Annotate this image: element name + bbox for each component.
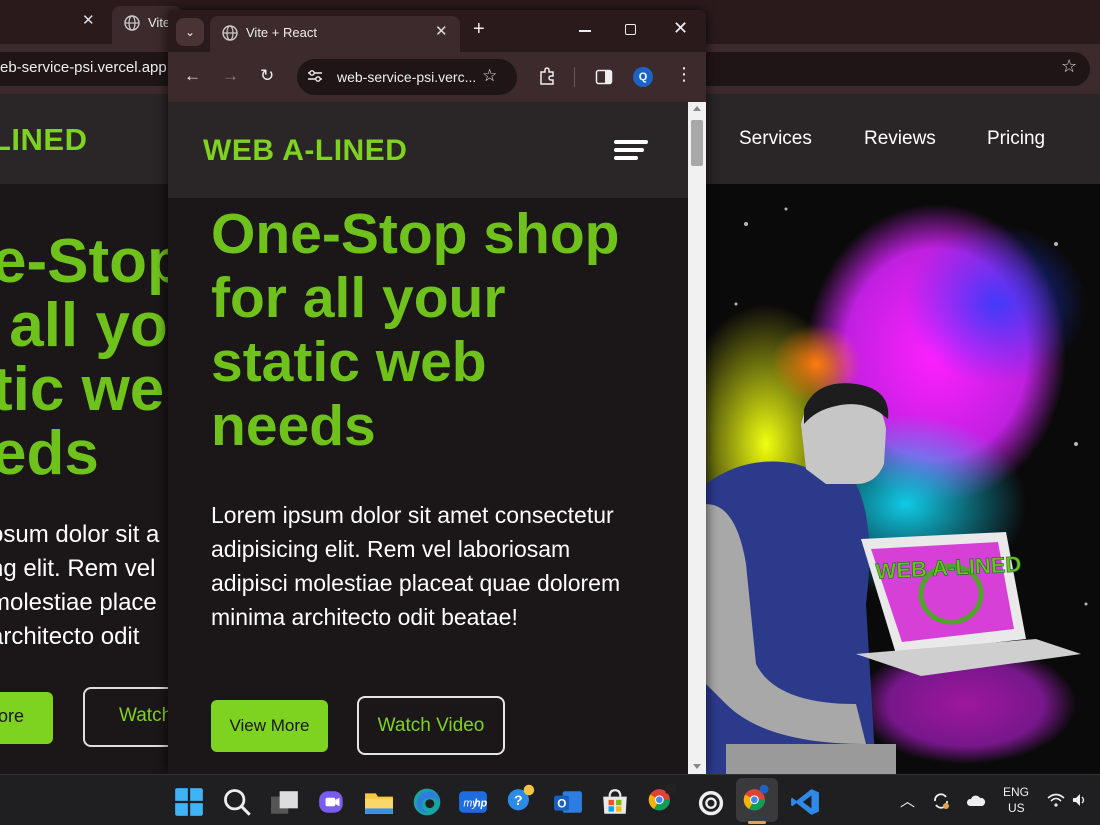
outlook-mail-icon[interactable]: O	[553, 787, 583, 817]
back-arrow-icon[interactable]: ←	[184, 66, 201, 86]
hero-heading: One-Stop shop for all your static web ne…	[211, 202, 620, 458]
hero-line: all yo	[0, 291, 168, 360]
site-navbar: WEB A-LINED	[168, 102, 688, 198]
minimize-icon[interactable]	[579, 30, 591, 32]
chrome-profile-icon[interactable]	[742, 783, 772, 813]
close-tab-icon[interactable]: ✕	[82, 11, 95, 29]
language-indicator[interactable]: ENG	[1003, 785, 1029, 799]
search-icon[interactable]	[222, 787, 252, 817]
foreground-browser-window: ⌄ Vite + React ✕ + ✕ ← → ↻ web-service-p…	[168, 10, 706, 774]
microsoft-store-icon[interactable]	[600, 787, 630, 817]
app-ring-icon[interactable]	[696, 787, 726, 817]
bg-url-text: eb-service-psi.vercel.app	[0, 59, 167, 76]
paragraph-line: molestiae place	[0, 589, 157, 616]
paragraph-line: osum dolor sit a	[0, 521, 160, 548]
myhp-app-icon[interactable]: myhp	[458, 787, 488, 817]
more-menu-icon[interactable]: ⋮	[675, 64, 693, 85]
chrome-browser-icon[interactable]	[647, 783, 677, 813]
bg-site-logo[interactable]: LINED	[0, 122, 88, 158]
bookmark-star-icon[interactable]: ☆	[482, 66, 497, 86]
get-help-icon[interactable]: ?	[506, 783, 536, 813]
nav-link-services[interactable]: Services	[739, 128, 812, 150]
toolbar-separator	[574, 67, 575, 87]
bg-view-more-button[interactable]: ore	[0, 692, 53, 744]
onedrive-cloud-icon[interactable]	[966, 795, 986, 807]
bg-hero-heading: e-Stop all yo tic we eds	[0, 230, 185, 486]
vertical-scrollbar[interactable]	[688, 102, 706, 774]
tab-search-button[interactable]: ⌄	[176, 18, 204, 46]
scrollbar-thumb[interactable]	[691, 120, 703, 166]
fg-viewport: WEB A-LINED One-Stop shop for all your s…	[168, 102, 706, 774]
address-bar[interactable]: web-service-psi.verc... ☆	[297, 59, 517, 95]
view-more-button[interactable]: View More	[211, 700, 328, 752]
svg-text:?: ?	[514, 792, 523, 808]
watch-video-button[interactable]: Watch Video	[357, 696, 505, 755]
file-explorer-icon[interactable]	[364, 787, 394, 817]
close-tab-icon[interactable]: ✕	[435, 22, 448, 40]
vscode-icon[interactable]	[790, 787, 820, 817]
edge-browser-icon[interactable]	[412, 787, 442, 817]
site-info-icon[interactable]	[307, 69, 323, 83]
scroll-down-arrow-icon[interactable]	[693, 764, 701, 769]
maximize-icon[interactable]	[625, 24, 636, 35]
forward-arrow-icon[interactable]: →	[222, 66, 239, 86]
chat-camera-icon[interactable]	[317, 787, 347, 817]
tab-title: Vite + React	[246, 25, 317, 40]
extensions-puzzle-icon[interactable]	[537, 66, 557, 86]
hero-line: eds	[0, 419, 99, 488]
active-indicator	[748, 821, 766, 824]
close-window-icon[interactable]: ✕	[673, 18, 688, 39]
task-view-icon[interactable]	[270, 788, 300, 818]
hamburger-menu-icon[interactable]	[614, 140, 648, 162]
hero-line: e-Stop	[0, 227, 185, 296]
active-tab[interactable]: Vite + React ✕	[210, 16, 460, 52]
reload-icon[interactable]: ↻	[260, 66, 274, 86]
nav-link-pricing[interactable]: Pricing	[987, 128, 1045, 150]
scroll-up-arrow-icon[interactable]	[693, 106, 701, 111]
svg-text:O: O	[557, 797, 566, 810]
side-panel-icon[interactable]	[595, 68, 613, 86]
hero-paragraph: Lorem ipsum dolor sit amet consectetur a…	[211, 502, 621, 630]
svg-text:hp: hp	[474, 797, 488, 809]
sync-icon[interactable]	[931, 791, 951, 811]
globe-icon	[222, 25, 238, 41]
paragraph-line: ng elit. Rem vel	[0, 555, 156, 582]
windows-start-icon[interactable]	[174, 787, 204, 817]
windows-taskbar: my hp ? O ︿ ENG US	[0, 774, 1100, 825]
bg-hero-paragraph: osum dolor sit a ng elit. Rem vel molest…	[0, 518, 159, 654]
hero-line: tic we	[0, 355, 165, 424]
url-text: web-service-psi.verc...	[337, 69, 477, 85]
tray-overflow-chevron-icon[interactable]: ︿	[900, 790, 915, 811]
region-indicator[interactable]: US	[1008, 801, 1025, 815]
fg-tab-strip: ⌄ Vite + React ✕ + ✕	[168, 10, 706, 52]
paragraph-line: architecto odit	[0, 623, 140, 650]
new-tab-button[interactable]: +	[473, 18, 485, 41]
wifi-icon[interactable]	[1047, 793, 1065, 807]
site-logo[interactable]: WEB A-LINED	[203, 134, 407, 168]
fg-toolbar: ← → ↻ web-service-psi.verc... ☆ Q ⋮	[168, 52, 706, 102]
hero-art: WEB A-LINED	[706, 184, 1100, 774]
hero-illustration: WEB A-LINED	[706, 184, 1100, 774]
bg-tab-title: Vite	[148, 15, 171, 30]
volume-icon[interactable]	[1072, 793, 1088, 807]
bookmark-star-icon[interactable]: ☆	[1061, 56, 1077, 77]
nav-link-reviews[interactable]: Reviews	[864, 128, 936, 150]
globe-icon	[124, 15, 140, 31]
profile-avatar[interactable]: Q	[633, 67, 653, 87]
